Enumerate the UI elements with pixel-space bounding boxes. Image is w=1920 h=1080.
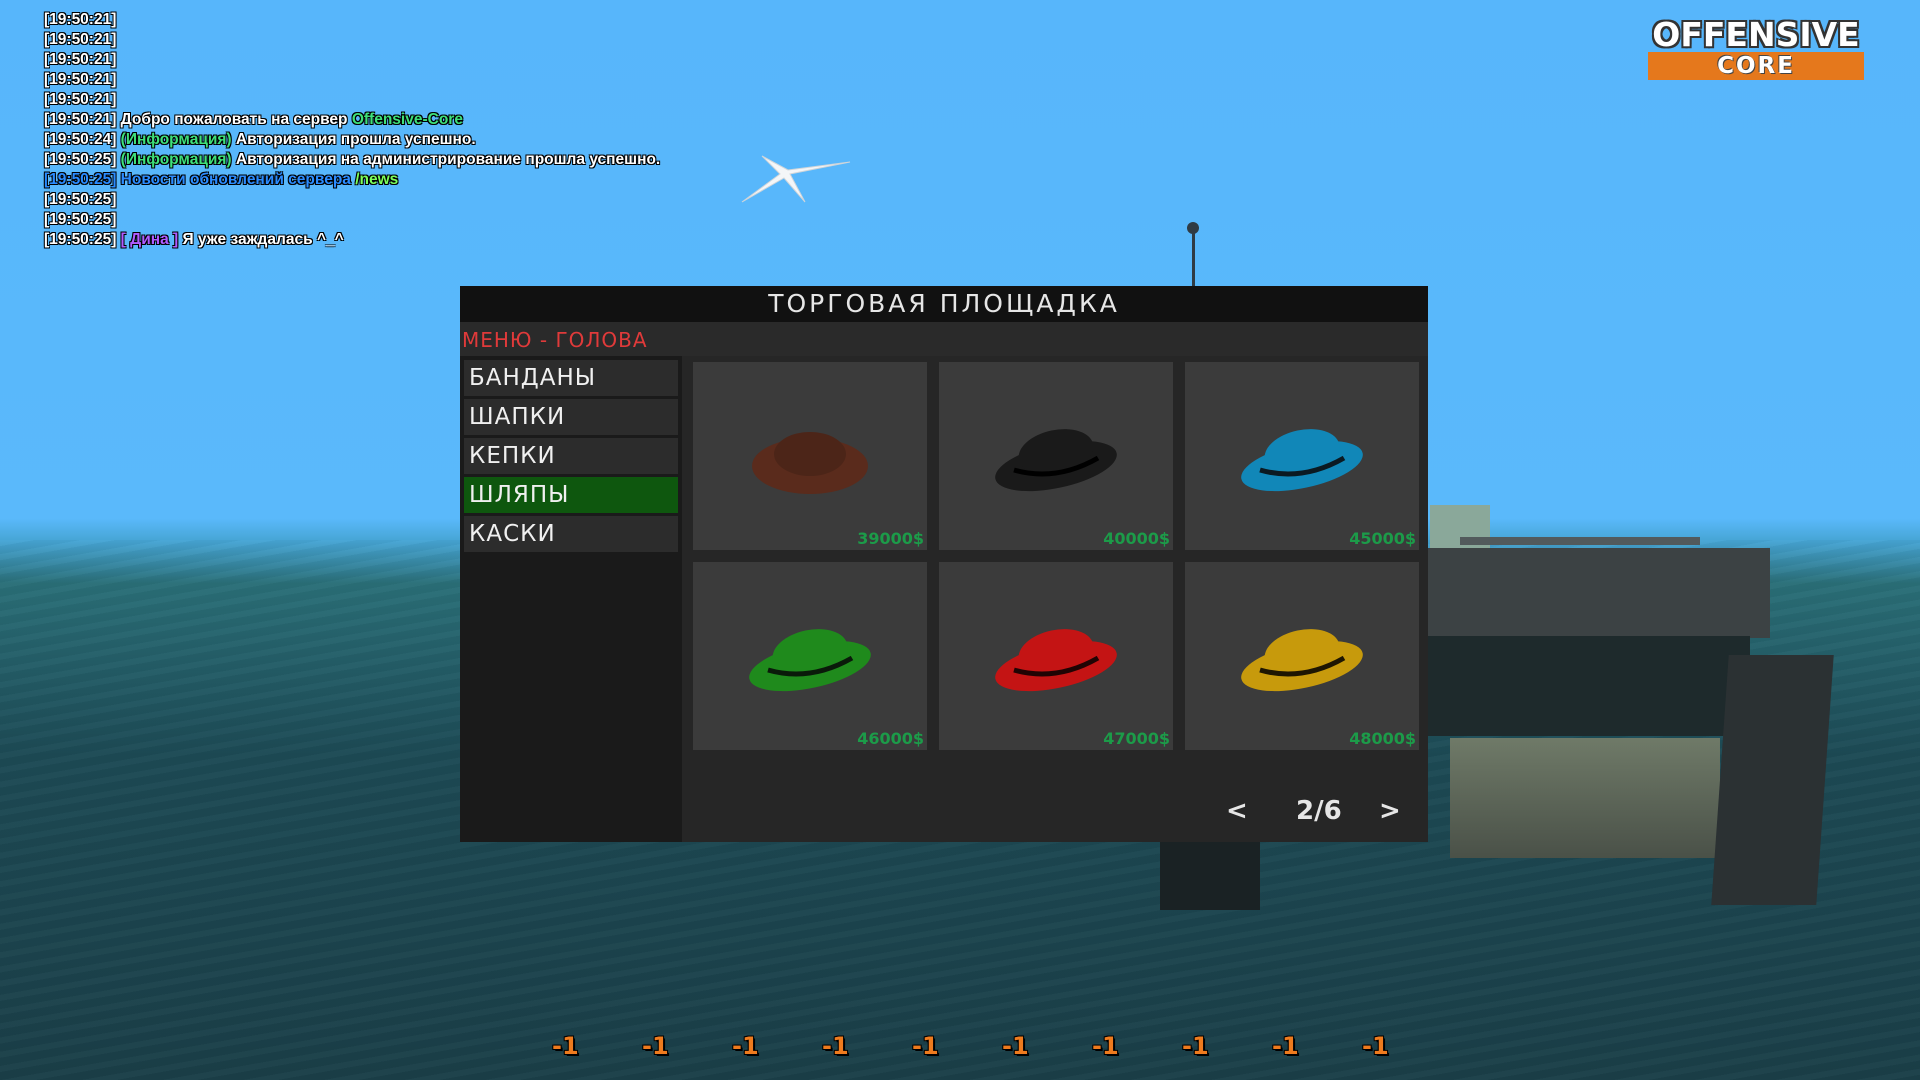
- chat-line: [19:50:21]: [44, 30, 660, 50]
- chat-text: Авторизация прошла успешно.: [231, 131, 476, 148]
- item-card[interactable]: 48000$: [1185, 562, 1419, 750]
- chat-text: Offensive-Core: [351, 111, 463, 128]
- hud-value: -1: [1182, 1032, 1209, 1060]
- chat-line: [19:50:21]: [44, 70, 660, 90]
- category-caps[interactable]: КЕПКИ: [464, 438, 678, 474]
- ship-deck: [1420, 548, 1770, 638]
- chat-line: [19:50:25] [ Дина ] Я уже заждалась ^_^: [44, 230, 660, 250]
- green-hat-icon: [749, 629, 871, 692]
- chat-log: [19:50:21] [19:50:21] [19:50:21] [19:50:21]…: [44, 10, 660, 250]
- prev-page-button[interactable]: <: [1226, 796, 1248, 826]
- chat-text: /news: [355, 171, 399, 188]
- chat-timestamp: [19:50:24]: [44, 131, 117, 148]
- hud-value: -1: [1002, 1032, 1029, 1060]
- ship-hull: [1420, 636, 1750, 736]
- yellow-hat-icon: [1241, 629, 1363, 692]
- chat-timestamp: [19:50:21]: [44, 91, 117, 108]
- chat-timestamp: [19:50:25]: [44, 231, 117, 248]
- hud-value: -1: [822, 1032, 849, 1060]
- ship-support: [1160, 830, 1260, 910]
- ship-underside: [1450, 738, 1720, 858]
- brown-hat-icon: [752, 432, 868, 494]
- menu-label: МЕНЮ - ГОЛОВА: [462, 328, 648, 352]
- category-helmets[interactable]: КАСКИ: [464, 516, 678, 552]
- marketplace-title: ТОРГОВАЯ ПЛОЩАДКА: [460, 286, 1428, 322]
- chat-line: [19:50:25] Новости обновлений сервера /n…: [44, 170, 660, 190]
- hud-value: -1: [732, 1032, 759, 1060]
- chat-line: [19:50:21] Добро пожаловать на сервер Of…: [44, 110, 660, 130]
- category-bandanas[interactable]: БАНДАНЫ: [464, 360, 678, 396]
- chat-timestamp: [19:50:25]: [44, 151, 117, 168]
- item-card[interactable]: 40000$: [939, 362, 1173, 550]
- hud-value: -1: [642, 1032, 669, 1060]
- antenna-mast: [1192, 226, 1195, 286]
- hud-value: -1: [912, 1032, 939, 1060]
- ship-rail: [1460, 537, 1700, 545]
- chat-text: [ Дина ]: [116, 231, 179, 248]
- chat-timestamp: [19:50:21]: [44, 51, 117, 68]
- item-card[interactable]: 46000$: [693, 562, 927, 750]
- chat-line: [19:50:25]: [44, 210, 660, 230]
- category-hats[interactable]: ШЛЯПЫ: [464, 477, 678, 513]
- item-card[interactable]: 45000$: [1185, 362, 1419, 550]
- chat-timestamp: [19:50:21]: [44, 71, 117, 88]
- hud-bottom-values: -1 -1 -1 -1 -1 -1 -1 -1 -1 -1: [540, 1032, 1440, 1062]
- hud-value: -1: [552, 1032, 579, 1060]
- chat-text: Я уже заждалась ^_^: [178, 231, 344, 248]
- item-price: 40000$: [1103, 529, 1170, 548]
- seagull-icon: [741, 155, 851, 203]
- chat-timestamp: [19:50:25]: [44, 171, 117, 188]
- item-grid: 39000$ 40000$ 45000$ 46000$ 47000$ 48000…: [682, 356, 1428, 842]
- item-price: 48000$: [1349, 729, 1416, 748]
- category-beanies[interactable]: ШАПКИ: [464, 399, 678, 435]
- chat-text: Новости обновлений сервера: [116, 171, 356, 188]
- chat-line: [19:50:24] (Информация) Авторизация прош…: [44, 130, 660, 150]
- chat-line: [19:50:21]: [44, 90, 660, 110]
- black-hat-icon: [995, 429, 1117, 492]
- item-card[interactable]: 47000$: [939, 562, 1173, 750]
- category-sidebar: БАНДАНЫ ШАПКИ КЕПКИ ШЛЯПЫ КАСКИ: [460, 356, 682, 842]
- chat-text: Авторизация на администрирование прошла …: [231, 151, 661, 168]
- chat-line: [19:50:21]: [44, 10, 660, 30]
- logo-bottom-text: CORE: [1648, 52, 1864, 80]
- page-indicator: 2/6: [1296, 796, 1342, 826]
- next-page-button[interactable]: >: [1379, 796, 1401, 826]
- hud-value: -1: [1092, 1032, 1119, 1060]
- chat-line: [19:50:25] (Информация) Авторизация на а…: [44, 150, 660, 170]
- chat-line: [19:50:21]: [44, 50, 660, 70]
- item-card[interactable]: 39000$: [693, 362, 927, 550]
- antenna-top: [1187, 222, 1199, 234]
- chat-text: (Информация): [116, 131, 232, 148]
- chat-timestamp: [19:50:25]: [44, 191, 117, 208]
- chat-text: (Информация): [116, 151, 232, 168]
- chat-timestamp: [19:50:21]: [44, 111, 117, 128]
- chat-timestamp: [19:50:25]: [44, 211, 117, 228]
- chat-line: [19:50:25]: [44, 190, 660, 210]
- item-price: 39000$: [857, 529, 924, 548]
- marketplace-window: ТОРГОВАЯ ПЛОЩАДКА МЕНЮ - ГОЛОВА БАНДАНЫ …: [460, 286, 1428, 842]
- item-price: 46000$: [857, 729, 924, 748]
- chat-timestamp: [19:50:21]: [44, 11, 117, 28]
- ship-stern: [1711, 655, 1834, 905]
- server-logo: OFFENSIVE CORE: [1648, 18, 1864, 80]
- blue-hat-icon: [1241, 429, 1363, 492]
- item-price: 47000$: [1103, 729, 1170, 748]
- chat-timestamp: [19:50:21]: [44, 31, 117, 48]
- hud-value: -1: [1272, 1032, 1299, 1060]
- chat-text: Добро пожаловать на сервер: [116, 111, 352, 128]
- logo-top-text: OFFENSIVE: [1652, 15, 1860, 54]
- hud-value: -1: [1362, 1032, 1389, 1060]
- red-hat-icon: [995, 629, 1117, 692]
- item-price: 45000$: [1349, 529, 1416, 548]
